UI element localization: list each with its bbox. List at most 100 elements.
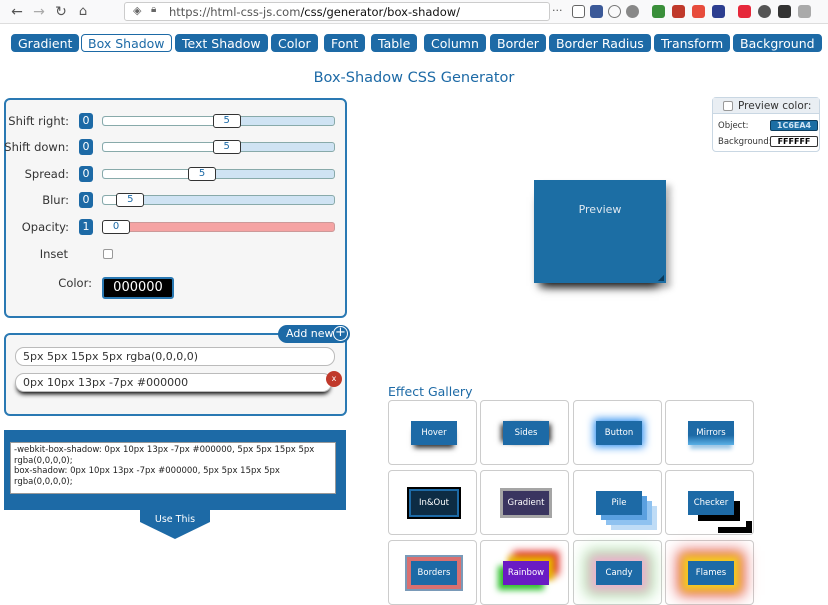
preview-box: Preview ◢ — [534, 180, 666, 283]
spread-badge: 0 — [79, 166, 93, 182]
sync-icon[interactable] — [608, 5, 621, 18]
page-title: Box-Shadow CSS Generator — [313, 70, 515, 86]
blur-handle[interactable]: 5 — [116, 193, 145, 207]
effect-label: Borders — [411, 561, 457, 585]
pocket-icon[interactable] — [572, 5, 585, 18]
effect-label: Mirrors — [688, 421, 734, 445]
facebook-icon[interactable] — [590, 5, 603, 18]
url-text: https://html-css-js.com/css/generator/bo… — [169, 5, 460, 19]
resize-handle-icon[interactable]: ◢ — [658, 273, 664, 282]
inset-checkbox[interactable] — [103, 249, 113, 259]
effect-tile-mirrors[interactable]: Mirrors — [665, 400, 754, 465]
nav-transform[interactable]: Transform — [654, 34, 731, 52]
adblock-icon[interactable] — [672, 5, 685, 18]
forward-arrow-icon[interactable]: → — [30, 3, 48, 21]
shift-right-handle[interactable]: 5 — [212, 114, 241, 128]
shift-down-badge: 0 — [79, 139, 93, 155]
slider-fill — [103, 117, 228, 125]
object-color-input[interactable]: 1C6EA4 — [770, 120, 818, 131]
shield-extension-icon[interactable] — [652, 5, 665, 18]
gallery-title: Effect Gallery — [388, 384, 473, 399]
effect-label: Pile — [596, 491, 642, 515]
effect-label: Rainbow — [503, 561, 549, 585]
opacity-label: Opacity: — [21, 220, 69, 234]
youtube-icon[interactable] — [692, 5, 705, 18]
preview-color-header: Preview color: — [713, 98, 819, 114]
address-bar[interactable]: ◈ 🔒︎ https://html-css-js.com/css/generat… — [124, 2, 550, 21]
extension4-icon[interactable] — [798, 5, 811, 18]
nav-box-shadow[interactable]: Box Shadow — [81, 34, 172, 52]
nav-color[interactable]: Color — [271, 34, 318, 52]
effect-tile-flames[interactable]: Flames — [665, 540, 754, 605]
plus-icon: + — [333, 326, 348, 341]
blur-badge: 0 — [79, 192, 93, 208]
shift-down-handle[interactable]: 5 — [212, 140, 241, 154]
home-icon[interactable]: ⌂ — [74, 3, 92, 21]
nav-border-radius[interactable]: Border Radius — [549, 34, 651, 52]
browser-toolbar: ← → ↻ ⌂ ◈ 🔒︎ https://html-css-js.com/css… — [0, 0, 828, 24]
delete-layer-button[interactable]: x — [326, 371, 342, 387]
opacity-badge: 1 — [79, 219, 93, 235]
nav-gradient[interactable]: Gradient — [11, 34, 80, 52]
color-input[interactable]: 000000 — [102, 277, 174, 299]
effect-tile-pile[interactable]: Pile — [573, 470, 662, 535]
effect-label: Sides — [503, 421, 549, 445]
opacity-slider[interactable] — [102, 222, 335, 232]
effect-tile-checker[interactable]: Checker — [665, 470, 754, 535]
reload-icon[interactable]: ↻ — [52, 3, 70, 21]
preview-color-title: Preview color: — [738, 100, 812, 112]
shift-down-label: Shift down: — [4, 140, 69, 154]
effect-tile-borders[interactable]: Borders — [388, 540, 477, 605]
object-label: Object: — [718, 121, 749, 131]
slider-fill — [103, 170, 201, 178]
effect-tile-in-out[interactable]: In&Out — [388, 470, 477, 535]
use-this-label[interactable]: Use This — [140, 514, 210, 525]
effect-tile-gradient[interactable]: Gradient — [480, 470, 569, 535]
page-actions-icon[interactable]: ··· — [552, 4, 563, 17]
extension2-icon[interactable] — [758, 5, 771, 18]
layer-item-1[interactable]: 5px 5px 15px 5px rgba(0,0,0,0) — [15, 347, 335, 366]
preview-color-panel: Preview color: Object: 1C6EA4 Background… — [712, 97, 820, 152]
effect-tile-hover[interactable]: Hover — [388, 400, 477, 465]
code-panel: -webkit-box-shadow: 0px 10px 13px -7px #… — [4, 430, 346, 510]
effect-tile-rainbow[interactable]: Rainbow — [480, 540, 569, 605]
shift-right-label: Shift right: — [8, 114, 69, 128]
effect-label: Checker — [688, 491, 734, 515]
effect-label: In&Out — [411, 491, 457, 515]
extension-icon[interactable] — [738, 5, 751, 18]
inset-label: Inset — [39, 247, 68, 261]
nav-column[interactable]: Column — [424, 34, 486, 52]
url-host: https://html-css-js.com — [169, 5, 301, 19]
effect-tile-button[interactable]: Button — [573, 400, 662, 465]
opacity-handle[interactable]: 0 — [102, 220, 130, 234]
nav-table[interactable]: Table — [371, 34, 418, 52]
shift-right-badge: 0 — [79, 113, 93, 129]
shield-icon[interactable]: ◈ — [133, 4, 141, 17]
effect-label: Flames — [688, 561, 734, 585]
effect-label: Hover — [411, 421, 457, 445]
extension3-icon[interactable] — [778, 5, 791, 18]
effect-label: Gradient — [503, 491, 549, 515]
spread-handle[interactable]: 5 — [188, 167, 217, 181]
preview-color-checkbox[interactable] — [723, 101, 733, 111]
settings-icon[interactable] — [626, 5, 639, 18]
effect-tile-candy[interactable]: Candy — [573, 540, 662, 605]
spread-slider[interactable] — [102, 169, 335, 179]
translate-icon[interactable] — [712, 5, 725, 18]
spread-label: Spread: — [24, 167, 69, 181]
slider-fill — [103, 143, 228, 151]
nav-text-shadow[interactable]: Text Shadow — [175, 34, 268, 52]
add-new-button[interactable]: Add new + — [278, 325, 350, 343]
blur-label: Blur: — [42, 193, 69, 207]
add-new-label: Add new — [286, 327, 334, 340]
effect-label: Candy — [596, 561, 642, 585]
nav-border[interactable]: Border — [490, 34, 546, 52]
effect-tile-sides[interactable]: Sides — [480, 400, 569, 465]
background-color-input[interactable]: FFFFFF — [770, 136, 818, 147]
layer-item-2[interactable]: 0px 10px 13px -7px #000000 — [15, 373, 332, 392]
preview-label: Preview — [578, 203, 622, 216]
back-arrow-icon[interactable]: ← — [8, 3, 26, 21]
nav-background[interactable]: Background — [733, 34, 822, 52]
nav-font[interactable]: Font — [324, 34, 366, 52]
code-output[interactable]: -webkit-box-shadow: 0px 10px 13px -7px #… — [10, 442, 336, 494]
